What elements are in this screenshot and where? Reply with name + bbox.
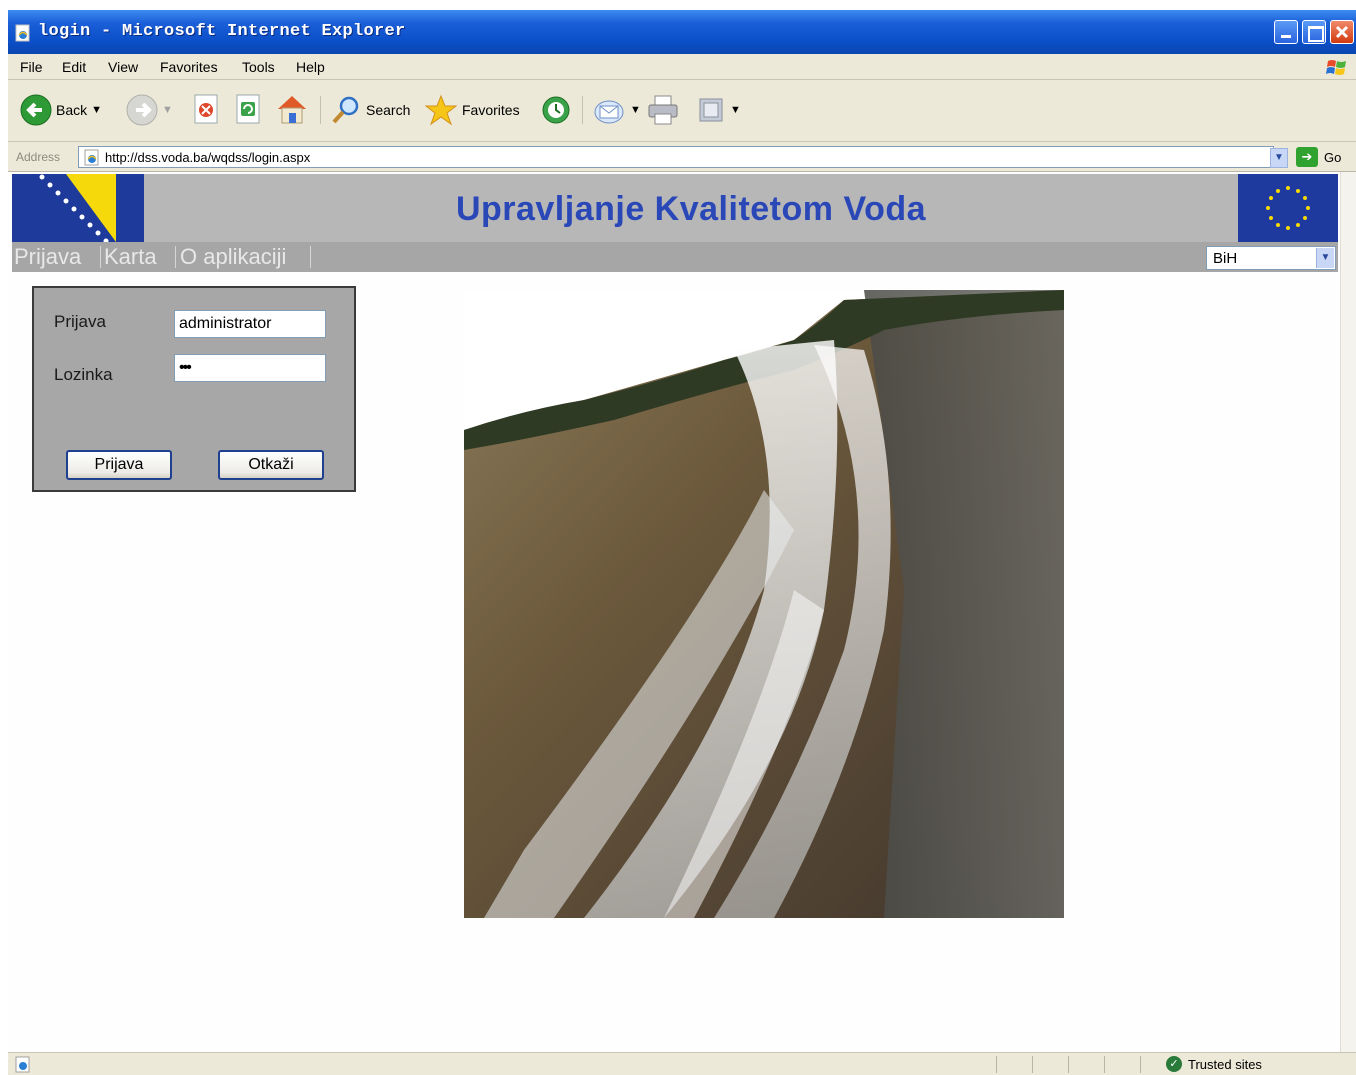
favorites-star-icon xyxy=(424,94,458,126)
login-button[interactable]: Prijava xyxy=(66,450,172,480)
toolbar-separator xyxy=(320,96,321,124)
address-url: http://dss.voda.ba/wqdss/login.aspx xyxy=(105,150,311,165)
forward-button[interactable]: ▼ xyxy=(126,94,173,126)
forward-dropdown-icon[interactable]: ▼ xyxy=(162,104,173,116)
close-button[interactable] xyxy=(1330,20,1354,44)
status-separator xyxy=(996,1056,997,1073)
page-viewport: Upravljanje Kvalitetom Voda Prijava Kart… xyxy=(8,172,1356,1052)
standard-toolbar: Back ▼ ▼ Search Favorites ▼ ▼ xyxy=(8,80,1356,142)
page-banner: Upravljanje Kvalitetom Voda xyxy=(12,174,1338,242)
menu-favorites[interactable]: Favorites xyxy=(160,59,218,75)
ie-page-icon xyxy=(15,24,30,42)
status-separator xyxy=(1140,1056,1141,1073)
login-panel: Prijava administrator Lozinka ••• Prijav… xyxy=(32,286,356,492)
search-label: Search xyxy=(366,102,411,118)
region-select[interactable]: BiH ▼ xyxy=(1206,246,1336,270)
mail-dropdown-icon[interactable]: ▼ xyxy=(630,104,641,116)
status-separator xyxy=(1068,1056,1069,1073)
username-label: Prijava xyxy=(54,312,106,331)
menu-tools[interactable]: Tools xyxy=(242,59,275,75)
back-arrow-icon xyxy=(20,94,52,126)
nav-link-prijava[interactable]: Prijava xyxy=(14,244,81,270)
security-zone[interactable]: ✓ Trusted sites xyxy=(1166,1056,1262,1072)
address-dropdown-icon[interactable]: ▼ xyxy=(1270,148,1288,168)
minimize-button[interactable] xyxy=(1274,20,1298,44)
mail-icon xyxy=(594,100,624,124)
back-dropdown-icon[interactable]: ▼ xyxy=(91,104,102,116)
eu-flag-logo xyxy=(1238,174,1338,242)
menu-bar: File Edit View Favorites Tools Help xyxy=(8,54,1356,80)
edit-dropdown-icon[interactable]: ▼ xyxy=(730,104,741,116)
refresh-icon[interactable] xyxy=(234,94,264,126)
forward-arrow-icon xyxy=(126,94,158,126)
search-icon xyxy=(332,96,359,124)
maximize-button[interactable] xyxy=(1302,20,1326,44)
home-icon[interactable] xyxy=(274,92,310,126)
trusted-sites-icon: ✓ xyxy=(1166,1056,1182,1072)
status-bar: ✓ Trusted sites xyxy=(8,1052,1356,1075)
close-icon xyxy=(1335,25,1349,39)
status-separator xyxy=(1032,1056,1033,1073)
banner-title: Upravljanje Kvalitetom Voda xyxy=(455,190,927,228)
address-input[interactable]: http://dss.voda.ba/wqdss/login.aspx xyxy=(78,146,1274,168)
address-bar: Address http://dss.voda.ba/wqdss/login.a… xyxy=(8,142,1356,172)
history-icon[interactable] xyxy=(540,94,572,126)
status-separator xyxy=(1104,1056,1105,1073)
nav-link-o-aplikaciji[interactable]: O aplikaciji xyxy=(180,244,286,270)
menu-file[interactable]: File xyxy=(20,59,43,75)
edit-button[interactable]: ▼ xyxy=(696,94,741,126)
toolbar-separator xyxy=(582,96,583,124)
favorites-label: Favorites xyxy=(462,102,520,118)
menu-help[interactable]: Help xyxy=(296,59,325,75)
page-status-icon xyxy=(15,1056,30,1073)
page-icon xyxy=(84,149,99,166)
go-label: Go xyxy=(1324,149,1342,165)
edit-icon xyxy=(699,98,723,122)
windows-logo-icon xyxy=(1326,60,1346,75)
username-input[interactable]: administrator xyxy=(174,310,326,338)
go-arrow-icon: ➔ xyxy=(1296,147,1318,167)
region-select-value: BiH xyxy=(1213,250,1238,267)
waterfall-photo xyxy=(464,290,1064,918)
chevron-down-icon[interactable]: ▼ xyxy=(1316,248,1334,268)
window-title: login - Microsoft Internet Explorer xyxy=(38,22,406,41)
nav-link-karta[interactable]: Karta xyxy=(104,244,157,270)
cancel-button[interactable]: Otkaži xyxy=(218,450,324,480)
nav-divider xyxy=(175,246,176,268)
password-label: Lozinka xyxy=(54,365,113,384)
nav-strip: Prijava Karta O aplikaciji BiH ▼ xyxy=(12,242,1338,272)
nav-divider xyxy=(100,246,101,268)
vertical-scrollbar[interactable] xyxy=(1340,172,1356,1052)
back-label: Back xyxy=(56,102,88,118)
mail-button[interactable]: ▼ xyxy=(592,94,641,126)
stop-icon[interactable] xyxy=(192,94,222,126)
search-button[interactable]: Search xyxy=(330,94,410,126)
bosnia-flag-logo xyxy=(12,174,144,242)
title-bar[interactable]: login - Microsoft Internet Explorer xyxy=(8,10,1356,54)
favorites-button[interactable]: Favorites xyxy=(424,94,520,126)
password-input[interactable]: ••• xyxy=(174,354,326,382)
menu-view[interactable]: View xyxy=(108,59,138,75)
browser-window: login - Microsoft Internet Explorer File… xyxy=(8,10,1356,1075)
go-button[interactable]: ➔ Go xyxy=(1296,147,1341,167)
back-button[interactable]: Back ▼ xyxy=(20,94,102,126)
address-label: Address xyxy=(16,150,61,164)
zone-label: Trusted sites xyxy=(1188,1056,1262,1072)
nav-divider xyxy=(310,246,311,268)
print-icon[interactable] xyxy=(646,94,680,126)
menu-edit[interactable]: Edit xyxy=(62,59,86,75)
